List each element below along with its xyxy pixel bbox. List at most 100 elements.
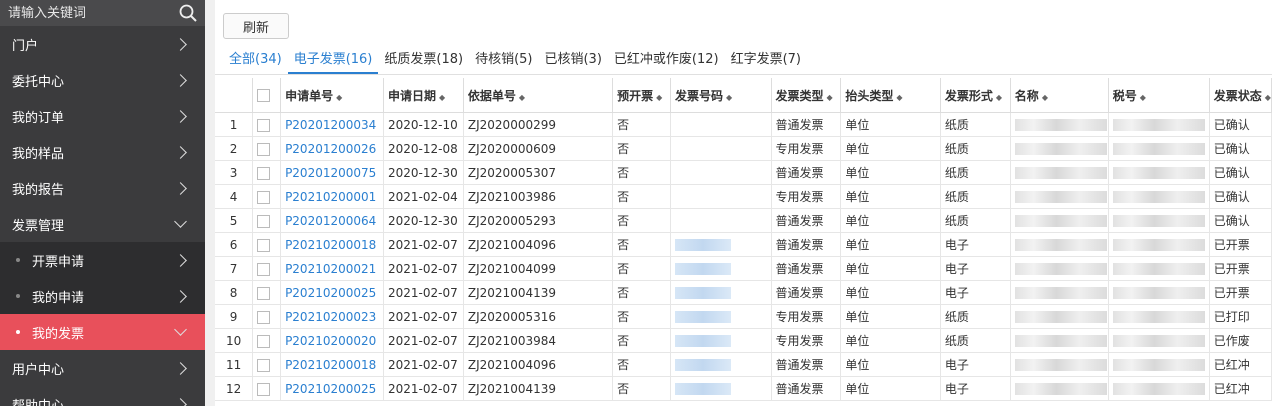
- sort-icon[interactable]: ◆: [439, 93, 445, 102]
- row-select-cell: [252, 136, 282, 161]
- row-checkbox[interactable]: [257, 358, 271, 372]
- row-checkbox[interactable]: [257, 118, 271, 132]
- sidebar-item[interactable]: 我的申请: [0, 278, 205, 314]
- row-checkbox[interactable]: [257, 382, 271, 396]
- cell-title-type: 单位: [840, 280, 941, 305]
- sidebar-item[interactable]: 用户中心: [0, 350, 205, 386]
- cell-inv-no: [670, 208, 772, 233]
- sidebar-item[interactable]: 门户: [0, 26, 205, 62]
- column-header[interactable]: 发票状态 ◆: [1209, 78, 1272, 113]
- table-row[interactable]: 4 P20210200001 2021-02-04 ZJ2021003986 否 专用发票…: [215, 184, 1272, 209]
- table-row[interactable]: 8 P20210200025 2021-02-07 ZJ2021004139 否 普通发票…: [215, 280, 1272, 305]
- refresh-button[interactable]: 刷新: [223, 13, 289, 39]
- sort-icon[interactable]: ◆: [336, 93, 342, 102]
- cell-apply-no: P20210200020: [280, 328, 384, 353]
- cell-basis: ZJ2021004099: [463, 256, 614, 281]
- sidebar-item-label: 我的样品: [12, 146, 65, 162]
- tab[interactable]: 待核销(5): [469, 48, 538, 72]
- cell-pre: 否: [612, 184, 672, 209]
- sidebar-item[interactable]: 我的样品: [0, 134, 205, 170]
- apply-number-link[interactable]: P20210200001: [285, 190, 376, 204]
- column-header[interactable]: 发票号码 ◆: [670, 78, 772, 113]
- redacted-name: [1014, 359, 1107, 371]
- apply-number-link[interactable]: P20210200020: [285, 334, 376, 348]
- search-input[interactable]: [6, 4, 160, 22]
- sort-icon[interactable]: ◆: [1265, 93, 1271, 102]
- sidebar-item-label: 帮助中心: [12, 398, 65, 406]
- sort-icon[interactable]: ◆: [827, 93, 833, 102]
- tab[interactable]: 纸质发票(18): [378, 48, 469, 72]
- sidebar-item[interactable]: 帮助中心: [0, 386, 205, 406]
- tab[interactable]: 电子发票(16): [287, 48, 379, 74]
- column-header-label: 抬头类型: [845, 88, 894, 103]
- table-row[interactable]: 3 P20201200075 2020-12-30 ZJ2020005307 否 普通发票…: [215, 160, 1272, 185]
- table-row[interactable]: 7 P20210200021 2021-02-07 ZJ2021004099 否 普通发票…: [215, 256, 1272, 281]
- cell-title-type: 单位: [840, 256, 941, 281]
- sort-icon[interactable]: ◆: [519, 93, 525, 102]
- column-header[interactable]: 依据单号 ◆: [463, 78, 614, 113]
- apply-number-link[interactable]: P20201200064: [285, 214, 376, 228]
- table-row[interactable]: 1 P20201200034 2020-12-10 ZJ2020000299 否 普通发票…: [215, 112, 1272, 137]
- sidebar-item[interactable]: 开票申请: [0, 242, 205, 278]
- column-header[interactable]: 税号 ◆: [1108, 78, 1210, 113]
- cell-form: 纸质: [940, 208, 1011, 233]
- search-icon[interactable]: [179, 4, 197, 22]
- table-row[interactable]: 10 P20210200020 2021-02-07 ZJ2021003984 否 专用发…: [215, 328, 1272, 353]
- sidebar-item[interactable]: 我的订单: [0, 98, 205, 134]
- column-header[interactable]: 预开票 ◆: [612, 78, 672, 113]
- sort-icon[interactable]: ◆: [656, 93, 662, 102]
- sidebar-item[interactable]: 我的报告: [0, 170, 205, 206]
- table-row[interactable]: 9 P20210200023 2021-02-07 ZJ2020005316 否 专用发票…: [215, 304, 1272, 329]
- row-checkbox[interactable]: [257, 262, 271, 276]
- row-checkbox[interactable]: [257, 334, 271, 348]
- cell-date: 2021-02-07: [383, 256, 464, 281]
- cell-basis: ZJ2021004139: [463, 280, 614, 305]
- sort-icon[interactable]: ◆: [1140, 93, 1146, 102]
- sort-icon[interactable]: ◆: [896, 93, 902, 102]
- apply-number-link[interactable]: P20210200023: [285, 310, 376, 324]
- redacted-tax: [1112, 335, 1205, 347]
- column-header[interactable]: 发票形式 ◆: [940, 78, 1011, 113]
- sort-icon[interactable]: ◆: [726, 93, 732, 102]
- apply-number-link[interactable]: P20201200034: [285, 118, 376, 132]
- column-header[interactable]: 抬头类型 ◆: [840, 78, 941, 113]
- sort-icon[interactable]: ◆: [1042, 93, 1048, 102]
- row-checkbox[interactable]: [257, 166, 271, 180]
- table-row[interactable]: 6 P20210200018 2021-02-07 ZJ2021004096 否 普通发票…: [215, 232, 1272, 257]
- select-all-checkbox[interactable]: [257, 89, 271, 102]
- tab[interactable]: 全部(34): [223, 48, 288, 72]
- cell-form: 纸质: [940, 112, 1011, 137]
- table-row[interactable]: 12 P20210200025 2021-02-07 ZJ2021004139 否 普通发…: [215, 376, 1272, 401]
- row-checkbox[interactable]: [257, 214, 271, 228]
- tab[interactable]: 已核销(3): [538, 48, 607, 72]
- tab[interactable]: 已红冲或作废(12): [608, 48, 725, 72]
- column-header[interactable]: 名称 ◆: [1010, 78, 1109, 113]
- sidebar-item[interactable]: 委托中心: [0, 62, 205, 98]
- column-header[interactable]: 发票类型 ◆: [771, 78, 842, 113]
- tab[interactable]: 红字发票(7): [725, 48, 807, 72]
- sort-icon[interactable]: ◆: [996, 93, 1002, 102]
- sidebar-item[interactable]: 我的发票: [0, 314, 205, 350]
- table-row[interactable]: 11 P20210200018 2021-02-07 ZJ2021004096 否 普通发…: [215, 352, 1272, 377]
- table-row[interactable]: 5 P20201200064 2020-12-30 ZJ2020005293 否 普通发票…: [215, 208, 1272, 233]
- apply-number-link[interactable]: P20210200018: [285, 358, 376, 372]
- apply-number-link[interactable]: P20201200026: [285, 142, 376, 156]
- column-header[interactable]: 申请单号 ◆: [280, 78, 384, 113]
- apply-number-link[interactable]: P20210200025: [285, 286, 376, 300]
- apply-number-link[interactable]: P20201200075: [285, 166, 376, 180]
- redacted-tax: [1112, 167, 1205, 179]
- row-checkbox[interactable]: [257, 142, 271, 156]
- redacted-name: [1014, 143, 1107, 155]
- redacted-invoice-number: [675, 311, 732, 323]
- column-header[interactable]: 申请日期 ◆: [383, 78, 464, 113]
- table-row[interactable]: 2 P20201200026 2020-12-08 ZJ2020000609 否 专用发票…: [215, 136, 1272, 161]
- apply-number-link[interactable]: P20210200025: [285, 382, 376, 396]
- row-checkbox[interactable]: [257, 190, 271, 204]
- row-checkbox[interactable]: [257, 310, 271, 324]
- sidebar-item[interactable]: 发票管理: [0, 206, 205, 242]
- row-checkbox[interactable]: [257, 238, 271, 252]
- apply-number-link[interactable]: P20210200021: [285, 262, 376, 276]
- cell-title-type: 单位: [840, 304, 941, 329]
- apply-number-link[interactable]: P20210200018: [285, 238, 376, 252]
- row-checkbox[interactable]: [257, 286, 271, 300]
